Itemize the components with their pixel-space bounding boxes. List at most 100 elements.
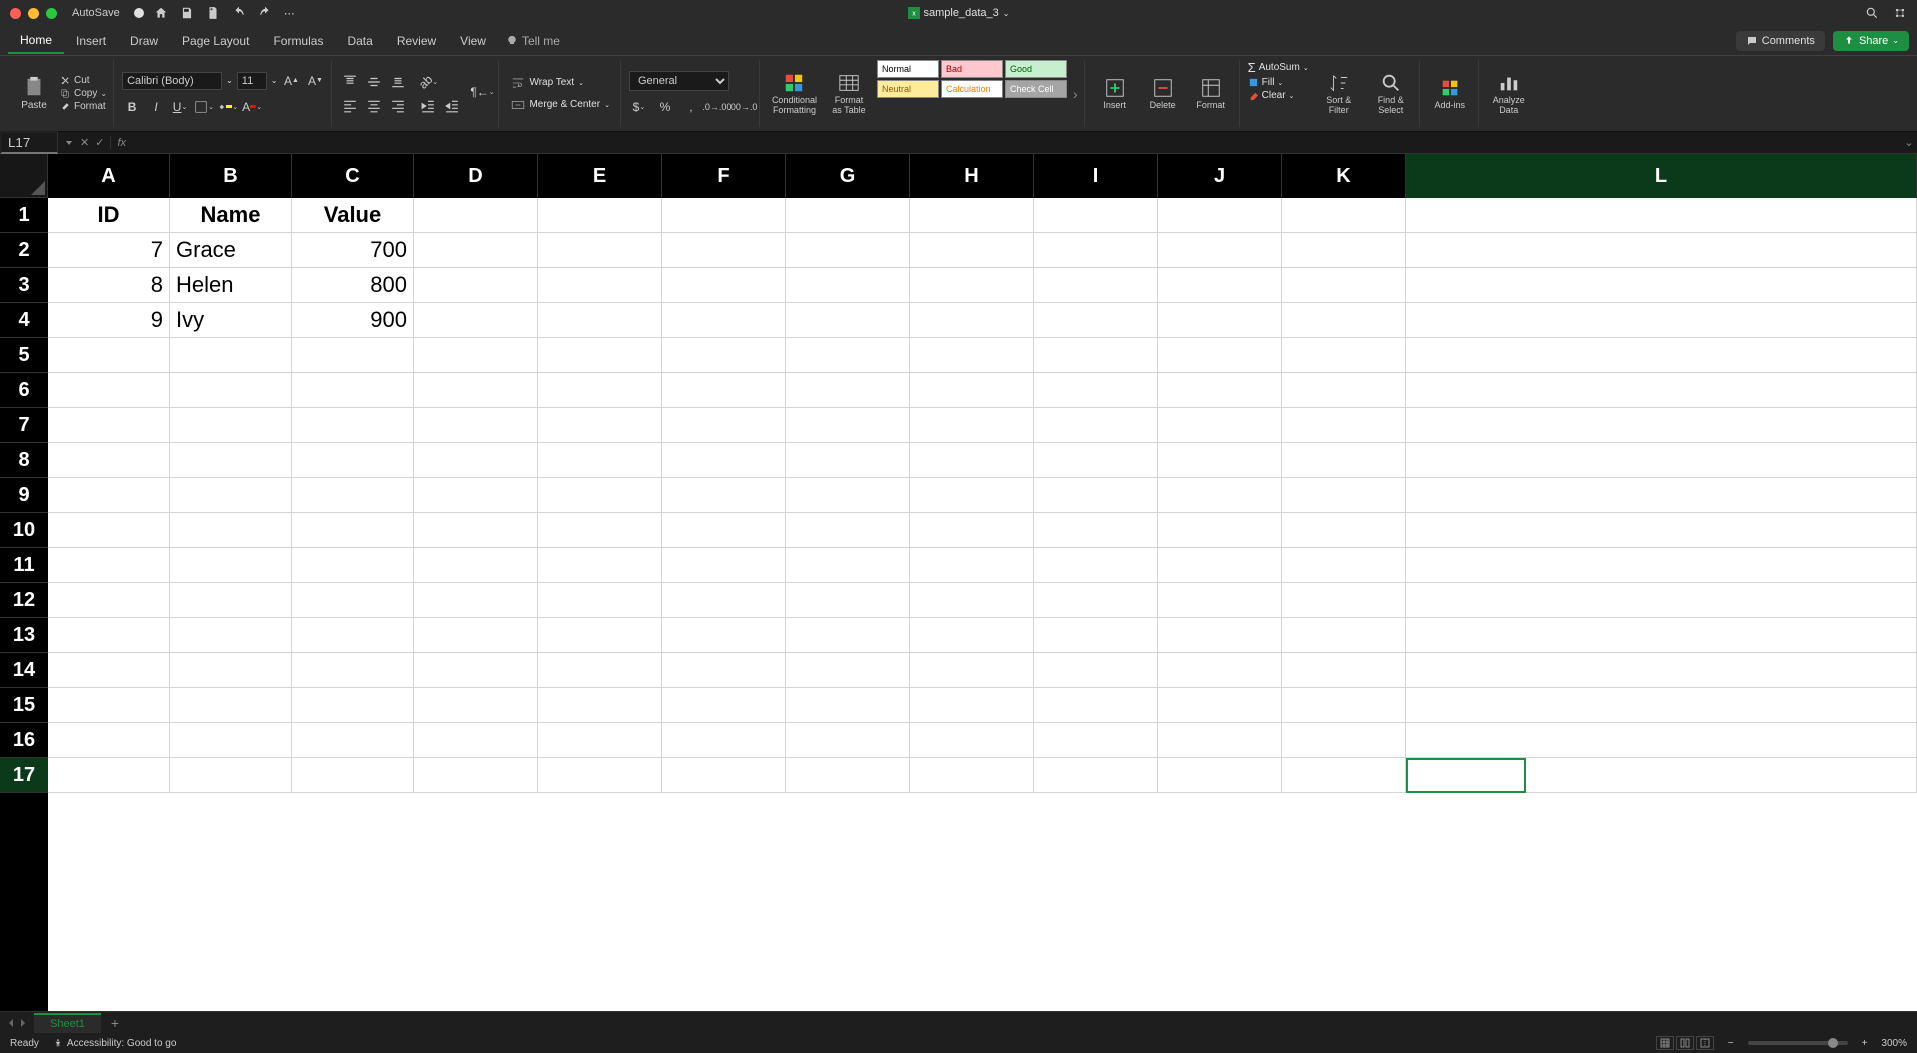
cell-B6[interactable] [170,373,292,408]
cell-I12[interactable] [1034,583,1158,618]
cell-C5[interactable] [292,338,414,373]
size-dropdown-icon[interactable]: ⌄ [271,76,278,85]
tab-draw[interactable]: Draw [118,29,170,53]
cell-D9[interactable] [414,478,538,513]
cell-I15[interactable] [1034,688,1158,723]
style-neutral[interactable]: Neutral [877,80,939,98]
cell-I5[interactable] [1034,338,1158,373]
cell-E17[interactable] [538,758,662,793]
cell-K9[interactable] [1282,478,1406,513]
fill-color-button[interactable]: ⌄ [218,97,238,117]
cell-C15[interactable] [292,688,414,723]
cell-K3[interactable] [1282,268,1406,303]
fill-button[interactable]: Fill⌄ [1248,77,1309,88]
cell-C4[interactable]: 900 [292,303,414,338]
format-as-table-button[interactable]: Format as Table [827,60,871,127]
cell-F11[interactable] [662,548,786,583]
name-box[interactable] [0,131,58,154]
cell-J11[interactable] [1158,548,1282,583]
cell-H15[interactable] [910,688,1034,723]
fx-icon[interactable]: fx [111,137,132,149]
wrap-text-button[interactable]: Wrap Text⌄ [507,74,613,92]
row-header-7[interactable]: 7 [0,408,48,443]
cell-G5[interactable] [786,338,910,373]
cell-H14[interactable] [910,653,1034,688]
cell-B13[interactable] [170,618,292,653]
cell-A8[interactable] [48,443,170,478]
align-left-button[interactable] [340,96,360,116]
formula-bar-expand-icon[interactable]: ⌄ [1901,136,1917,149]
tab-formulas[interactable]: Formulas [261,29,335,53]
cell-G8[interactable] [786,443,910,478]
cell-K1[interactable] [1282,198,1406,233]
cell-K4[interactable] [1282,303,1406,338]
cell-E7[interactable] [538,408,662,443]
cell-C2[interactable]: 700 [292,233,414,268]
cell-L11[interactable] [1406,548,1917,583]
cell-E2[interactable] [538,233,662,268]
cell-C6[interactable] [292,373,414,408]
cell-L12[interactable] [1406,583,1917,618]
cell-J6[interactable] [1158,373,1282,408]
cell-E13[interactable] [538,618,662,653]
cell-I11[interactable] [1034,548,1158,583]
font-size-select[interactable] [237,72,267,90]
cell-A14[interactable] [48,653,170,688]
tab-view[interactable]: View [448,29,498,53]
cell-E9[interactable] [538,478,662,513]
col-header-B[interactable]: B [170,154,292,198]
document-title[interactable]: x sample_data_3 ⌄ [908,7,1010,19]
cell-K13[interactable] [1282,618,1406,653]
cell-I9[interactable] [1034,478,1158,513]
cell-J12[interactable] [1158,583,1282,618]
format-painter-button[interactable]: Format [60,101,107,112]
merge-center-button[interactable]: Merge & Center⌄ [507,96,613,114]
cell-J5[interactable] [1158,338,1282,373]
row-header-6[interactable]: 6 [0,373,48,408]
cell-G11[interactable] [786,548,910,583]
style-good[interactable]: Good [1005,60,1067,78]
paste-button[interactable]: Paste [12,74,56,113]
font-name-select[interactable] [122,72,222,90]
cell-D2[interactable] [414,233,538,268]
cell-B16[interactable] [170,723,292,758]
share-button[interactable]: Share ⌄ [1833,31,1909,51]
cell-L4[interactable] [1406,303,1917,338]
cell-H4[interactable] [910,303,1034,338]
row-header-3[interactable]: 3 [0,268,48,303]
cell-F17[interactable] [662,758,786,793]
cell-G14[interactable] [786,653,910,688]
align-center-button[interactable] [364,96,384,116]
cell-D7[interactable] [414,408,538,443]
sheet-nav-next-icon[interactable] [18,1018,28,1028]
analyze-data-button[interactable]: Analyze Data [1487,70,1531,118]
increase-indent-button[interactable] [442,96,462,116]
styles-more-icon[interactable]: › [1073,86,1078,102]
cell-D10[interactable] [414,513,538,548]
cell-A13[interactable] [48,618,170,653]
style-normal[interactable]: Normal [877,60,939,78]
cell-J2[interactable] [1158,233,1282,268]
orientation-button[interactable]: ab⌄ [418,72,438,92]
row-header-2[interactable]: 2 [0,233,48,268]
cell-G10[interactable] [786,513,910,548]
decrease-decimal-button[interactable]: .00→.0 [733,97,753,117]
sheet-tab-1[interactable]: Sheet1 [34,1013,101,1033]
cell-E14[interactable] [538,653,662,688]
row-header-16[interactable]: 16 [0,723,48,758]
cell-E8[interactable] [538,443,662,478]
zoom-level[interactable]: 300% [1881,1038,1907,1049]
cell-H13[interactable] [910,618,1034,653]
cell-E1[interactable] [538,198,662,233]
style-check-cell[interactable]: Check Cell [1005,80,1067,98]
cell-C17[interactable] [292,758,414,793]
cell-H12[interactable] [910,583,1034,618]
cell-H16[interactable] [910,723,1034,758]
decrease-indent-button[interactable] [418,96,438,116]
clear-button[interactable]: Clear⌄ [1248,90,1309,101]
cell-B12[interactable] [170,583,292,618]
cell-I3[interactable] [1034,268,1158,303]
row-header-11[interactable]: 11 [0,548,48,583]
cell-A11[interactable] [48,548,170,583]
align-middle-button[interactable] [364,72,384,92]
